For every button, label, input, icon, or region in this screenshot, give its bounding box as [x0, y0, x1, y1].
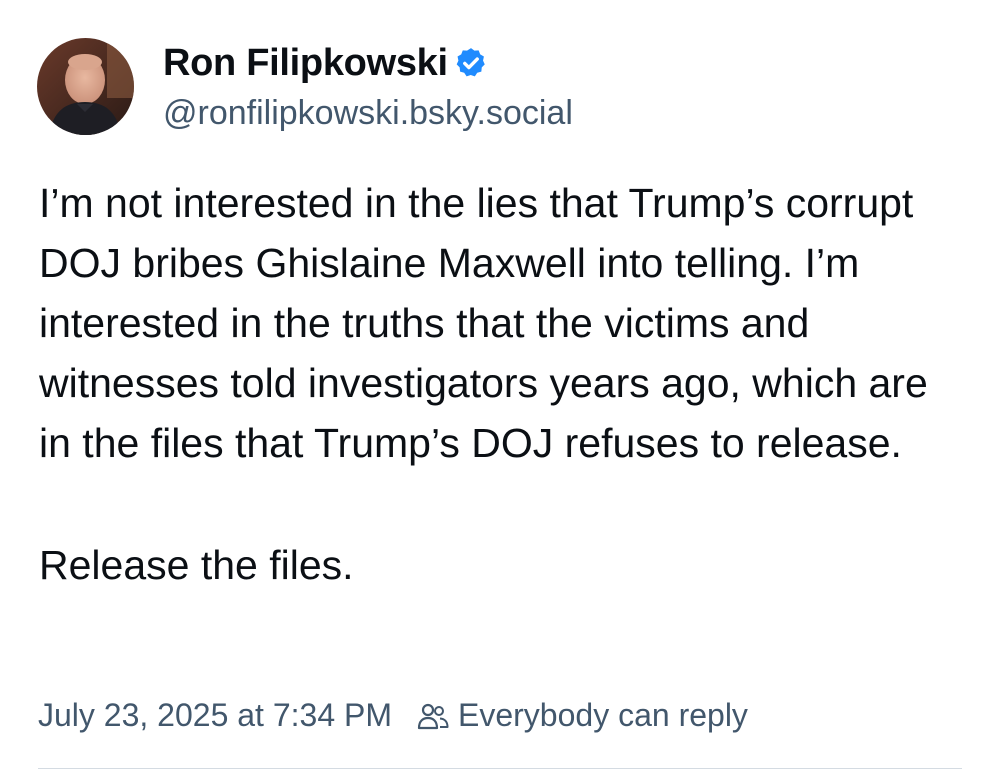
post-text: I’m not interested in the lies that Trum…: [39, 173, 969, 595]
post-meta: July 23, 2025 at 7:34 PM Everybody can r…: [38, 697, 748, 734]
post-paragraph-1: I’m not interested in the lies that Trum…: [39, 180, 928, 466]
people-icon: [416, 701, 450, 731]
reply-setting-label: Everybody can reply: [458, 697, 748, 733]
verified-badge-icon: [454, 46, 488, 80]
post-header: Ron Filipkowski @ronfilipkowski.bsky.soc…: [37, 38, 970, 138]
author-handle[interactable]: @ronfilipkowski.bsky.social: [163, 94, 573, 133]
avatar[interactable]: [37, 38, 134, 135]
author-names: Ron Filipkowski @ronfilipkowski.bsky.soc…: [163, 40, 573, 133]
display-name-row: Ron Filipkowski: [163, 40, 573, 86]
post-paragraph-2: Release the files.: [39, 542, 354, 588]
reply-setting: Everybody can reply: [416, 697, 748, 734]
avatar-image: [37, 38, 134, 135]
display-name[interactable]: Ron Filipkowski: [163, 42, 448, 85]
post-card: Ron Filipkowski @ronfilipkowski.bsky.soc…: [0, 0, 1000, 775]
post-timestamp[interactable]: July 23, 2025 at 7:34 PM: [38, 697, 392, 734]
divider: [38, 768, 962, 769]
